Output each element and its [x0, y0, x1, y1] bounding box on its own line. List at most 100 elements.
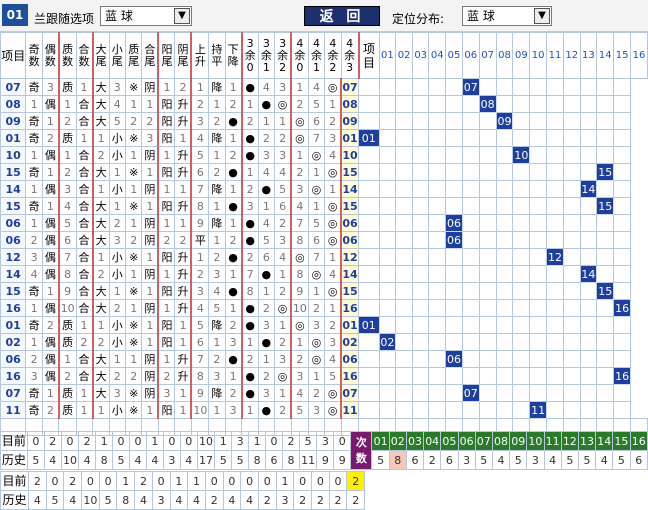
digit-cell	[461, 129, 480, 147]
row-cell: ◎	[307, 333, 326, 351]
row-cell: ◎	[324, 384, 343, 402]
row-cell: 8	[290, 265, 309, 283]
row-cell: 1	[208, 146, 226, 164]
digit-cell	[529, 129, 548, 147]
row-cell: 大	[92, 384, 110, 402]
trend-grid: 项目 奇数 偶数 质数 合数 大尾 小尾 质尾 合尾 阳尾 阴尾 上升 持平 下降 3余0 3余1 3余2 4余0…	[0, 32, 648, 436]
row-cell: 1	[208, 333, 226, 351]
digit-cell	[411, 214, 430, 232]
row-cell: 奇	[25, 112, 43, 130]
row-cell: 奇	[25, 129, 43, 147]
row-cell: 阴	[141, 214, 160, 232]
digit-cell	[495, 95, 514, 113]
row-issue-right: 14	[340, 180, 360, 198]
digit-cell	[428, 214, 447, 232]
row-cell: ●	[241, 316, 259, 334]
row-cell: 2	[124, 112, 143, 130]
digit-cell	[411, 350, 430, 368]
footer-hist-value: 9	[333, 450, 352, 470]
row-cell: 1	[75, 384, 94, 402]
row-cell: 偶	[41, 333, 60, 351]
row-cell: ◎	[274, 299, 293, 317]
row-cell: 1	[25, 95, 43, 113]
row-cell: 3	[157, 384, 176, 402]
row-cell: 阳	[157, 129, 176, 147]
digit-cell	[395, 401, 413, 419]
row-cell: 阴	[141, 265, 160, 283]
row-cell: 2	[257, 299, 276, 317]
row-issue-right: 14	[340, 265, 360, 283]
row-cell: 2	[307, 299, 326, 317]
footer-hist-value: 3	[162, 450, 181, 470]
row-cell: 8	[190, 197, 210, 215]
digit-cell	[512, 197, 531, 215]
row-cell: 大	[92, 112, 110, 130]
follow-option-select[interactable]: 蓝 球 ▼	[100, 6, 192, 26]
digit-cell	[596, 214, 615, 232]
row-cell: 3	[257, 146, 276, 164]
footer-digit-count: 5	[371, 450, 390, 470]
row-cell: 1	[274, 265, 293, 283]
header-digit-14: 14	[596, 32, 615, 79]
digit-cell	[428, 95, 447, 113]
digit-cell: 15	[596, 282, 615, 300]
digit-cell	[546, 350, 564, 368]
row-cell: 2	[58, 163, 77, 181]
row-cell: 大	[92, 231, 110, 249]
digit-cell	[428, 350, 447, 368]
digit-cell	[529, 265, 548, 283]
row-cell: 1	[25, 333, 43, 351]
row-cell: 大	[92, 78, 110, 96]
digit-cell	[579, 333, 598, 351]
footer2-now-value: 1	[187, 471, 206, 491]
digit-cell	[428, 265, 447, 283]
chevron-down-icon[interactable]: ▼	[174, 8, 190, 24]
digit-cell	[461, 316, 480, 334]
row-cell: 2	[290, 95, 309, 113]
footer-now-value: 1	[248, 431, 267, 451]
digit-cell	[579, 231, 598, 249]
digit-cell	[495, 214, 514, 232]
row-cell: ●	[241, 384, 259, 402]
row-cell: 1	[241, 401, 259, 419]
table-row: 09 奇 1 2 合大 5 2 2 阳升 3 2 ● 2 1 1 ◎ 6 2 09 09	[0, 112, 648, 130]
row-cell: ◎	[324, 214, 343, 232]
return-button[interactable]: 返 回	[304, 6, 380, 26]
row-cell: 9	[290, 282, 309, 300]
table-row: 06 2 偶 1 合大 1 1 阴 1 升 7 2 ● 2 1 3 2 ◎ 4 06 06	[0, 350, 648, 368]
digit-cell	[378, 129, 397, 147]
position-select[interactable]: 蓝 球 ▼	[462, 6, 552, 26]
row-cell: ◎	[324, 401, 343, 419]
table-row: 06 1 偶 5 合大 2 1 阴 1 1 9 降 1 ● 4 2 7 5 ◎ 06 06	[0, 214, 648, 232]
digit-cell	[512, 367, 531, 385]
digit-cell	[445, 180, 463, 198]
footer-now-value: 5	[298, 431, 318, 451]
row-cell: 2	[174, 231, 193, 249]
row-cell: 1	[157, 180, 176, 198]
header-item-left: 项目	[0, 32, 27, 79]
row-issue-right: 01	[340, 129, 360, 147]
row-issue-right: 15	[340, 282, 360, 300]
row-cell: 4	[208, 282, 226, 300]
digit-cell	[579, 95, 598, 113]
digit-cell	[358, 163, 380, 181]
row-cell: 1	[208, 197, 226, 215]
digit-cell	[358, 265, 380, 283]
digit-cell	[529, 78, 548, 96]
footer-digit-count: 8	[388, 450, 407, 470]
footer2-now-value: 0	[240, 471, 259, 491]
digit-cell	[596, 78, 615, 96]
digit-cell	[562, 78, 581, 96]
digit-cell	[495, 180, 514, 198]
row-cell: 1	[224, 299, 243, 317]
digit-cell	[546, 163, 564, 181]
row-cell: 5	[190, 316, 210, 334]
row-cell: 3	[307, 316, 326, 334]
chevron-down-icon[interactable]: ▼	[534, 8, 550, 24]
digit-cell	[445, 129, 463, 147]
digit-cell	[378, 248, 397, 266]
row-cell: 偶	[41, 350, 60, 368]
digit-cell	[428, 282, 447, 300]
header-col-10: 上升	[190, 32, 210, 79]
digit-cell	[613, 95, 632, 113]
